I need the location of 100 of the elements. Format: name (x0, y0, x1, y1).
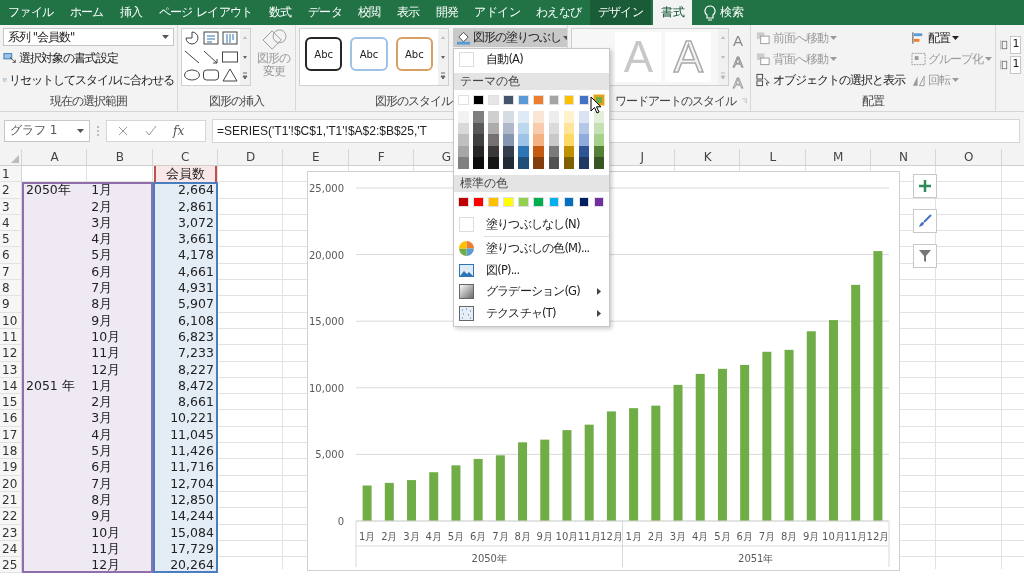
shape-style-preset[interactable]: Abc (395, 37, 433, 71)
color-swatch[interactable] (563, 122, 575, 135)
gallery-scroll-icon[interactable] (718, 29, 728, 85)
ribbon-tab[interactable]: 挿入 (111, 0, 151, 25)
bar[interactable] (717, 368, 727, 521)
color-swatch[interactable] (458, 145, 469, 158)
color-swatch[interactable] (533, 134, 544, 146)
color-swatch[interactable] (578, 145, 590, 158)
color-swatch[interactable] (503, 111, 514, 123)
menu-item[interactable]: テクスチャ(T) (454, 302, 609, 324)
ribbon-tab[interactable]: アドイン (466, 0, 528, 25)
pie-shape-icon[interactable] (183, 30, 201, 46)
color-swatch[interactable] (578, 111, 590, 123)
color-swatch[interactable] (548, 134, 560, 146)
menu-item[interactable]: グラデーション(G) (454, 280, 609, 303)
color-swatch[interactable] (548, 122, 560, 135)
row-header[interactable]: 9 (0, 296, 22, 313)
row-header[interactable]: 8 (0, 280, 22, 297)
ribbon-tab[interactable]: データ (299, 0, 350, 25)
bar[interactable] (873, 251, 883, 521)
chart-element-dropdown[interactable]: 系列 "会員数" (3, 28, 174, 46)
ribbon-tab[interactable]: デザイン (589, 0, 652, 25)
bar[interactable] (562, 430, 572, 521)
row-header[interactable]: 25 (0, 557, 22, 574)
ribbon-tab[interactable]: ファイル (0, 0, 62, 25)
bar[interactable] (518, 442, 528, 521)
line-icon[interactable] (183, 48, 201, 65)
color-swatch[interactable] (563, 134, 575, 146)
gallery-scroll-icon[interactable] (438, 29, 448, 85)
color-swatch[interactable] (593, 134, 605, 146)
ribbon-tab[interactable]: 校閲 (349, 0, 389, 25)
ribbon-tab[interactable]: 表示 (388, 0, 428, 25)
bar[interactable] (384, 482, 394, 521)
triangle-icon[interactable] (221, 67, 239, 84)
color-swatch[interactable] (563, 157, 575, 169)
size-field[interactable]: 1 (1009, 36, 1021, 54)
color-swatch[interactable] (503, 134, 514, 146)
color-swatch[interactable] (503, 122, 514, 135)
color-swatch[interactable] (488, 134, 499, 146)
color-swatch[interactable] (518, 134, 529, 146)
column-header[interactable]: N (899, 150, 908, 164)
column-header[interactable]: C (181, 150, 190, 164)
color-swatch[interactable] (518, 157, 529, 169)
color-swatch[interactable] (473, 157, 484, 169)
color-swatch[interactable] (533, 111, 544, 123)
insert-function-button[interactable]: fx (173, 123, 185, 138)
color-swatch[interactable] (593, 145, 605, 158)
color-swatch[interactable] (578, 134, 590, 146)
row-header[interactable]: 5 (0, 231, 22, 248)
menu-item[interactable]: 塗りつぶしの色(M)... (454, 237, 609, 260)
column-header[interactable]: J (640, 150, 645, 164)
color-swatch[interactable] (533, 145, 544, 158)
arrange-button[interactable]: オブジェクトの選択と表示 (756, 70, 905, 90)
color-swatch[interactable] (488, 111, 499, 123)
shape-gallery[interactable] (181, 28, 251, 86)
color-swatch[interactable] (488, 145, 499, 158)
color-swatch[interactable] (473, 111, 484, 123)
color-swatch[interactable] (458, 111, 469, 123)
ribbon-tab[interactable]: 書式 (653, 0, 692, 25)
bar[interactable] (673, 384, 683, 521)
color-swatch[interactable] (488, 122, 499, 135)
dialog-launcher-icon[interactable] (742, 97, 747, 105)
arrange-button[interactable]: 配置 (911, 28, 992, 48)
color-swatch[interactable] (578, 157, 590, 169)
bar[interactable] (651, 405, 661, 521)
color-swatch[interactable] (488, 157, 499, 169)
color-swatch[interactable] (593, 157, 605, 169)
color-swatch[interactable] (518, 111, 529, 123)
oval-icon[interactable] (183, 67, 201, 84)
color-swatch[interactable] (518, 145, 529, 158)
row-header[interactable]: 6 (0, 247, 22, 264)
name-box[interactable]: グラフ 1 (4, 119, 90, 142)
color-swatch[interactable] (593, 122, 605, 135)
arrow-icon[interactable] (202, 48, 220, 65)
color-swatch[interactable] (593, 94, 605, 105)
color-swatch[interactable] (458, 157, 469, 169)
color-swatch[interactable] (503, 157, 514, 169)
bar[interactable] (606, 411, 616, 521)
bar[interactable] (407, 480, 416, 521)
ribbon-tab[interactable]: わえなび (527, 0, 590, 25)
column-header[interactable]: M (833, 150, 844, 164)
bar[interactable] (806, 331, 816, 521)
color-swatch[interactable] (473, 134, 484, 146)
format-selection-button[interactable]: 選択対象の書式設定 (3, 48, 174, 68)
bar[interactable] (851, 284, 861, 521)
column-header[interactable]: E (312, 150, 320, 164)
column-header[interactable]: O (964, 150, 974, 164)
color-swatch[interactable] (563, 111, 575, 123)
color-swatch[interactable] (593, 111, 605, 123)
chart-elements-button[interactable] (913, 174, 937, 198)
color-swatch[interactable] (473, 145, 484, 158)
shape-style-gallery[interactable]: Abc Abc Abc (299, 28, 449, 86)
ribbon-tab[interactable]: 開発 (427, 0, 467, 25)
chart-styles-button[interactable] (913, 209, 937, 233)
color-swatch[interactable] (563, 145, 575, 158)
menu-item[interactable]: 塗りつぶしなし(N) (454, 213, 609, 235)
ribbon-tab[interactable]: 数式 (260, 0, 300, 25)
column-header[interactable]: L (769, 150, 777, 164)
color-swatch[interactable] (458, 122, 469, 135)
chart-filter-button[interactable] (913, 244, 937, 268)
